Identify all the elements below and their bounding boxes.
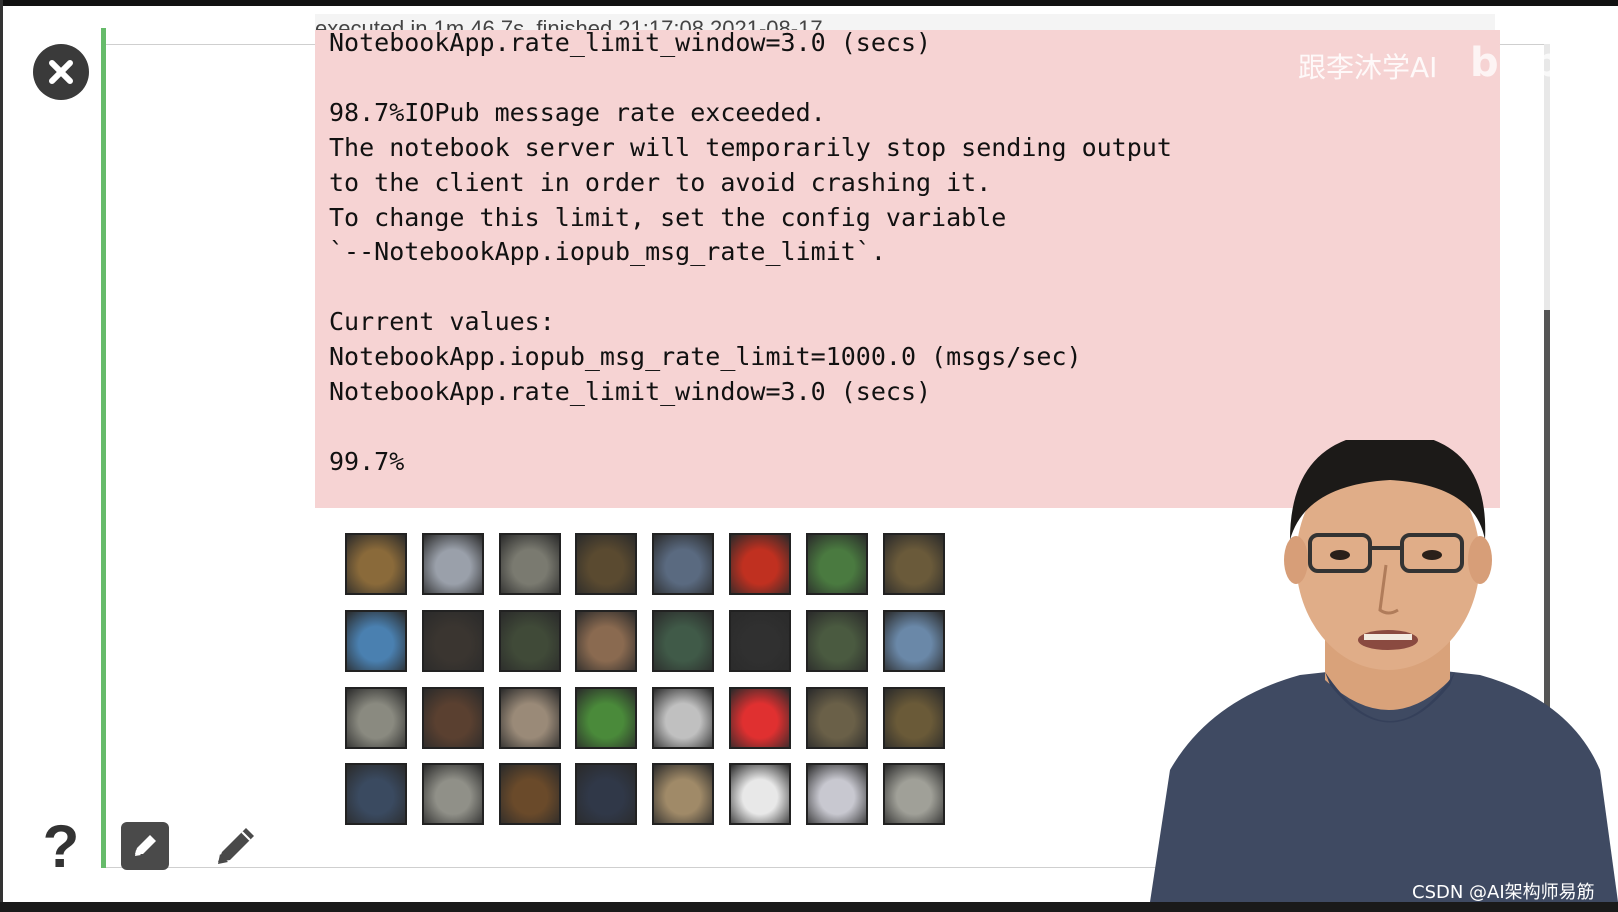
image-thumbnail-cat (498, 763, 561, 826)
stderr-line: 98.7%IOPub message rate exceeded. (329, 97, 826, 127)
image-thumbnail-truck (421, 533, 484, 595)
stderr-line: NotebookApp.rate_limit_window=3.0 (secs) (329, 30, 932, 57)
frame-bottom-border (0, 902, 1618, 912)
image-thumbnail-ship (345, 609, 407, 672)
image-thumbnail-cat (652, 686, 715, 749)
image-thumbnail-horse (882, 533, 945, 595)
close-icon (49, 60, 73, 84)
image-thumbnail-truck (882, 609, 945, 672)
image-grid (345, 533, 955, 833)
image-thumbnail-ship (345, 686, 407, 749)
image-thumbnail-cat (421, 686, 484, 749)
watermark-csdn: CSDN @AI架构师易筋 (1412, 882, 1595, 903)
stderr-line: NotebookApp.rate_limit_window=3.0 (secs) (329, 377, 932, 406)
image-thumbnail-dog (575, 763, 638, 826)
stderr-line: To change this limit, set the config var… (329, 202, 1007, 232)
close-button[interactable] (33, 44, 89, 100)
image-thumbnail-frog (421, 763, 484, 826)
image-thumbnail-horse (652, 609, 715, 672)
stderr-line: to the client in order to avoid crashing… (329, 167, 992, 197)
cell-selection-bar (101, 28, 106, 868)
screen: executed in 1m 46.7s, finished 21:17:08 … (0, 0, 1618, 912)
help-icon: ? (42, 813, 80, 880)
stderr-line: 99.7% (329, 446, 405, 476)
image-thumbnail-cat (421, 609, 484, 672)
image-thumbnail-deer (652, 763, 715, 826)
frame-left-border (0, 0, 3, 912)
stderr-line: Current values: (329, 307, 555, 337)
stderr-line: NotebookApp.iopub_msg_rate_limit=1000.0 … (329, 342, 1082, 372)
image-thumbnail-automobile (729, 533, 791, 595)
image-thumbnail-deer (498, 609, 561, 672)
image-thumbnail-truck (805, 609, 868, 672)
image-thumbnail-bird (345, 763, 407, 826)
image-thumbnail-frog (805, 686, 868, 749)
watermark-channel: 跟李沐学AI (1298, 51, 1438, 84)
image-thumbnail-deer (575, 533, 638, 595)
pencil-button[interactable] (210, 822, 260, 872)
image-thumbnail-airplane (805, 763, 868, 826)
stderr-line: `--NotebookApp.iopub_msg_rate_limit`. (329, 237, 886, 267)
image-thumbnail-airplane (729, 763, 791, 826)
image-thumbnail-truck (882, 763, 945, 826)
image-thumbnail-bird (498, 686, 561, 749)
watermark-bilibili: bilibili (1470, 40, 1596, 86)
presenter-video (1150, 440, 1618, 902)
image-thumbnail-bird (729, 609, 791, 672)
image-thumbnail-bird (805, 533, 868, 595)
image-thumbnail-frog (729, 686, 791, 749)
image-thumbnail-truck (498, 533, 561, 595)
pencil-icon (218, 828, 254, 864)
image-thumbnail-automobile (652, 533, 715, 595)
stderr-output: NotebookApp.rate_limit_window=3.0 (secs)… (315, 30, 1500, 508)
help-button[interactable]: ? (38, 817, 84, 877)
image-thumbnail-frog (345, 533, 407, 595)
image-thumbnail-frog (575, 686, 638, 749)
stderr-line: The notebook server will temporarily sto… (329, 132, 1172, 162)
image-thumbnail-frog (882, 686, 945, 749)
frame-top-border (0, 0, 1618, 6)
edit-icon (135, 835, 156, 856)
image-thumbnail-horse (575, 609, 638, 672)
edit-box-button[interactable] (121, 822, 169, 870)
